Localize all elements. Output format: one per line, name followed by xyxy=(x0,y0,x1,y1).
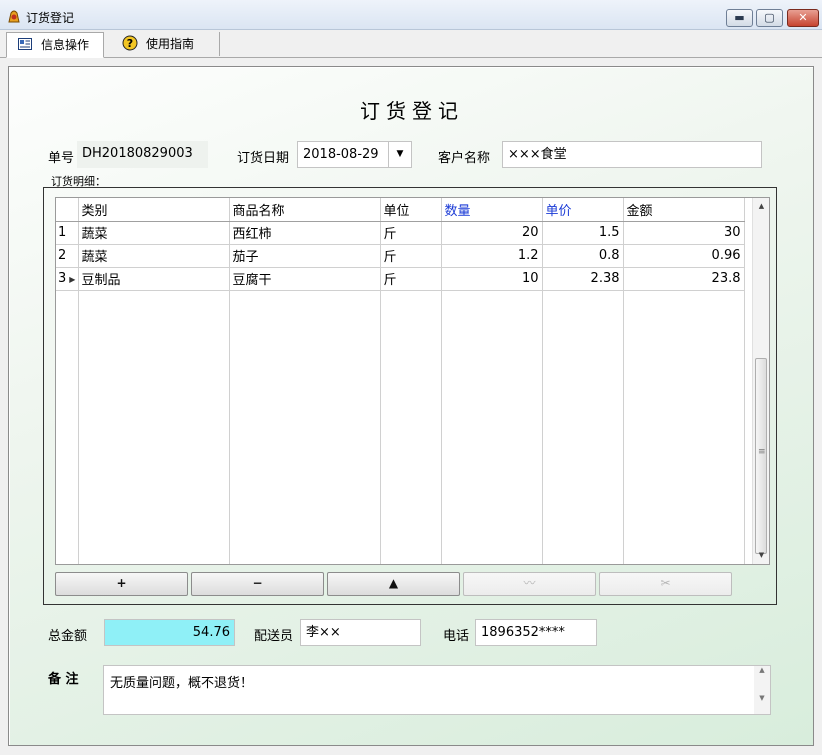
svg-text:?: ? xyxy=(127,37,133,50)
memo-textarea[interactable]: 无质量问题，概不退货！ ▲ ▼ xyxy=(103,665,771,715)
table-row[interactable]: 3 ▶ 豆制品 豆腐干 斤 10 2.38 23.8 xyxy=(56,267,745,291)
tab-info-operation[interactable]: 信息操作 xyxy=(6,32,104,58)
delete-row-button[interactable]: − xyxy=(191,572,324,596)
cell-unit-price[interactable]: 2.38 xyxy=(542,267,624,291)
cell-quantity[interactable]: 10 xyxy=(441,267,543,291)
grid-header-row: 类别 商品名称 单位 数量 单价 金额 xyxy=(56,198,745,222)
row-number[interactable]: 2 xyxy=(56,244,79,268)
title-bar: 订货登记 ▬ ▢ ✕ xyxy=(0,0,822,30)
cell-category[interactable]: 蔬菜 xyxy=(78,244,230,268)
courier-label: 配送员 xyxy=(254,629,294,644)
column-header-unit[interactable]: 单位 xyxy=(380,198,442,222)
row-header-corner xyxy=(56,198,79,222)
current-row-indicator-icon: ▶ xyxy=(69,275,76,284)
tab-divider xyxy=(219,32,220,56)
column-header-amount[interactable]: 金额 xyxy=(623,198,745,222)
column-header-unit-price[interactable]: 单价 xyxy=(542,198,624,222)
row-number[interactable]: 1 xyxy=(56,221,79,245)
cell-unit[interactable]: 斤 xyxy=(380,221,442,245)
phone-field[interactable]: 1896352**** xyxy=(475,619,597,646)
empty-grid-area xyxy=(56,290,745,564)
add-row-button[interactable]: + xyxy=(55,572,188,596)
date-dropdown-button[interactable]: ▼ xyxy=(388,141,412,168)
close-button[interactable]: ✕ xyxy=(787,9,819,27)
status-strip xyxy=(260,749,410,755)
cell-product-name[interactable]: 西红柿 xyxy=(229,221,381,245)
cell-quantity[interactable]: 20 xyxy=(441,221,543,245)
maximize-button[interactable]: ▢ xyxy=(756,9,783,27)
window-title: 订货登记 xyxy=(26,11,75,25)
cell-category[interactable]: 豆制品 xyxy=(78,267,230,291)
customer-label: 客户名称 xyxy=(438,151,491,166)
scrollbar-thumb[interactable]: ≡ xyxy=(755,358,767,554)
order-no-label: 单号 xyxy=(48,151,75,166)
memo-scrollbar[interactable]: ▲ ▼ xyxy=(754,666,770,714)
total-amount-label: 总金额 xyxy=(48,629,88,644)
scroll-down-icon[interactable]: ▼ xyxy=(753,547,769,564)
scroll-up-icon[interactable]: ▲ xyxy=(753,198,769,215)
cancel-edit-button[interactable]: ✂ xyxy=(599,572,732,596)
table-row[interactable]: 2 蔬菜 茄子 斤 1.2 0.8 0.96 xyxy=(56,244,745,268)
tab-bar: 信息操作 ? 使用指南 xyxy=(0,30,822,58)
cell-amount[interactable]: 30 xyxy=(623,221,745,245)
minimize-button[interactable]: ▬ xyxy=(726,9,753,27)
cell-quantity[interactable]: 1.2 xyxy=(441,244,543,268)
order-date-label: 订货日期 xyxy=(237,151,290,166)
grip-icon: ≡ xyxy=(758,447,766,457)
confirm-edit-button[interactable]: 〰 xyxy=(463,572,596,596)
chevron-down-icon: ▼ xyxy=(396,149,404,159)
column-header-quantity[interactable]: 数量 xyxy=(441,198,543,222)
total-amount-field: 54.76 xyxy=(104,619,235,646)
cell-product-name[interactable]: 豆腐干 xyxy=(229,267,381,291)
scroll-down-icon[interactable]: ▼ xyxy=(754,694,770,702)
cell-unit-price[interactable]: 1.5 xyxy=(542,221,624,245)
order-no-field: DH20180829003 xyxy=(77,141,208,168)
move-up-button[interactable]: ▲ xyxy=(327,572,460,596)
tab-label: 信息操作 xyxy=(41,38,90,52)
scroll-up-icon[interactable]: ▲ xyxy=(754,666,770,674)
table-row[interactable]: 1 蔬菜 西红柿 斤 20 1.5 30 xyxy=(56,221,745,245)
column-header-product-name[interactable]: 商品名称 xyxy=(229,198,381,222)
phone-label: 电话 xyxy=(443,629,470,644)
order-details-group: 类别 商品名称 单位 数量 单价 金额 1 蔬菜 西红柿 斤 20 1.5 30… xyxy=(43,187,777,605)
cell-amount[interactable]: 23.8 xyxy=(623,267,745,291)
tab-label: 使用指南 xyxy=(146,37,195,51)
order-details-grid[interactable]: 类别 商品名称 单位 数量 单价 金额 1 蔬菜 西红柿 斤 20 1.5 30… xyxy=(55,197,770,565)
memo-text: 无质量问题，概不退货！ xyxy=(110,676,254,691)
app-icon xyxy=(8,10,20,23)
form-title: 订货登记 xyxy=(360,99,464,123)
tab-user-guide[interactable]: ? 使用指南 xyxy=(112,32,220,58)
cell-amount[interactable]: 0.96 xyxy=(623,244,745,268)
customer-field[interactable]: ×××食堂 xyxy=(502,141,762,168)
cell-product-name[interactable]: 茄子 xyxy=(229,244,381,268)
grid-vertical-scrollbar[interactable]: ▲ ≡ ▼ xyxy=(752,198,769,564)
courier-field[interactable]: 李×× xyxy=(300,619,421,646)
cell-unit[interactable]: 斤 xyxy=(380,267,442,291)
info-card-icon xyxy=(18,38,32,50)
cell-unit[interactable]: 斤 xyxy=(380,244,442,268)
help-icon: ? xyxy=(122,35,138,51)
order-form-panel: 订货登记 单号 DH20180829003 订货日期 2018-08-29 ▼ … xyxy=(8,66,814,746)
row-number[interactable]: 3 ▶ xyxy=(56,267,79,291)
cell-unit-price[interactable]: 0.8 xyxy=(542,244,624,268)
cell-category[interactable]: 蔬菜 xyxy=(78,221,230,245)
order-date-field[interactable]: 2018-08-29 xyxy=(297,141,389,168)
column-header-category[interactable]: 类别 xyxy=(78,198,230,222)
memo-label: 备 注 xyxy=(48,672,79,687)
